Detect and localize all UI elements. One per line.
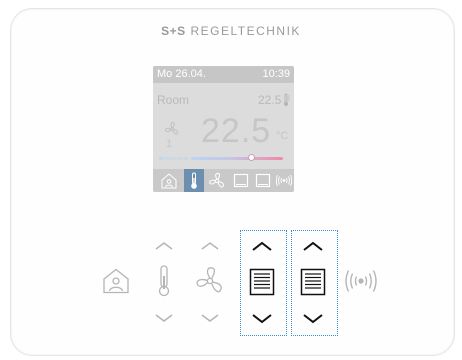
menu-blind-1[interactable]: [231, 171, 251, 190]
menu-bar: [153, 169, 294, 192]
temperature-button[interactable]: [155, 264, 173, 298]
home-button[interactable]: [101, 267, 131, 295]
fan-button[interactable]: [193, 264, 227, 298]
blind-2-down-button[interactable]: [302, 312, 324, 324]
room-label: Room: [157, 93, 190, 107]
brand-mark: S+S: [161, 24, 186, 38]
menu-wireless[interactable]: [274, 171, 294, 190]
fan-level-bars: [159, 157, 188, 160]
fan-down-button[interactable]: [200, 312, 220, 324]
setpoint-temperature: 22.5: [201, 112, 272, 150]
fan-icon: [164, 121, 179, 135]
lcd-display: Mo 26.04. 10:39 Room 22.5 1 22.5 °C: [153, 66, 294, 192]
blind-1-button[interactable]: [249, 268, 275, 296]
wireless-button[interactable]: [343, 268, 379, 294]
blind-1-down-button[interactable]: [251, 312, 273, 324]
wireless-icon: [275, 174, 293, 187]
brand-logo: S+S REGELTECHNIK: [0, 24, 462, 38]
screen-icon: [233, 173, 249, 188]
fan-level: 1: [166, 138, 173, 150]
room-thermometer-icon: [284, 93, 290, 106]
status-bar: Mo 26.04. 10:39: [153, 66, 294, 83]
menu-blind-2[interactable]: [253, 171, 273, 190]
temperature-down-button[interactable]: [154, 312, 174, 324]
menu-fan[interactable]: [207, 171, 227, 190]
brand-name: REGELTECHNIK: [185, 24, 301, 38]
blind-1-up-button[interactable]: [251, 240, 273, 252]
screen-icon: [255, 173, 271, 188]
blind-2-up-button[interactable]: [302, 240, 324, 252]
date-text: Mo 26.04.: [157, 68, 206, 80]
menu-temperature[interactable]: [184, 169, 204, 192]
thermostat-panel: S+S REGELTECHNIK Mo 26.04. 10:39 Room 22…: [0, 0, 462, 360]
time-text: 10:39: [262, 68, 290, 80]
room-temperature: 22.5: [258, 93, 282, 107]
blind-2-button[interactable]: [300, 268, 326, 296]
temperature-unit: °C: [276, 130, 289, 142]
thermometer-icon: [191, 172, 197, 189]
fan-up-button[interactable]: [200, 240, 220, 252]
temperature-up-button[interactable]: [154, 240, 174, 252]
setpoint-slider[interactable]: [191, 157, 283, 160]
home-icon: [161, 173, 177, 189]
menu-home[interactable]: [159, 171, 179, 190]
fan-icon: [209, 172, 224, 188]
